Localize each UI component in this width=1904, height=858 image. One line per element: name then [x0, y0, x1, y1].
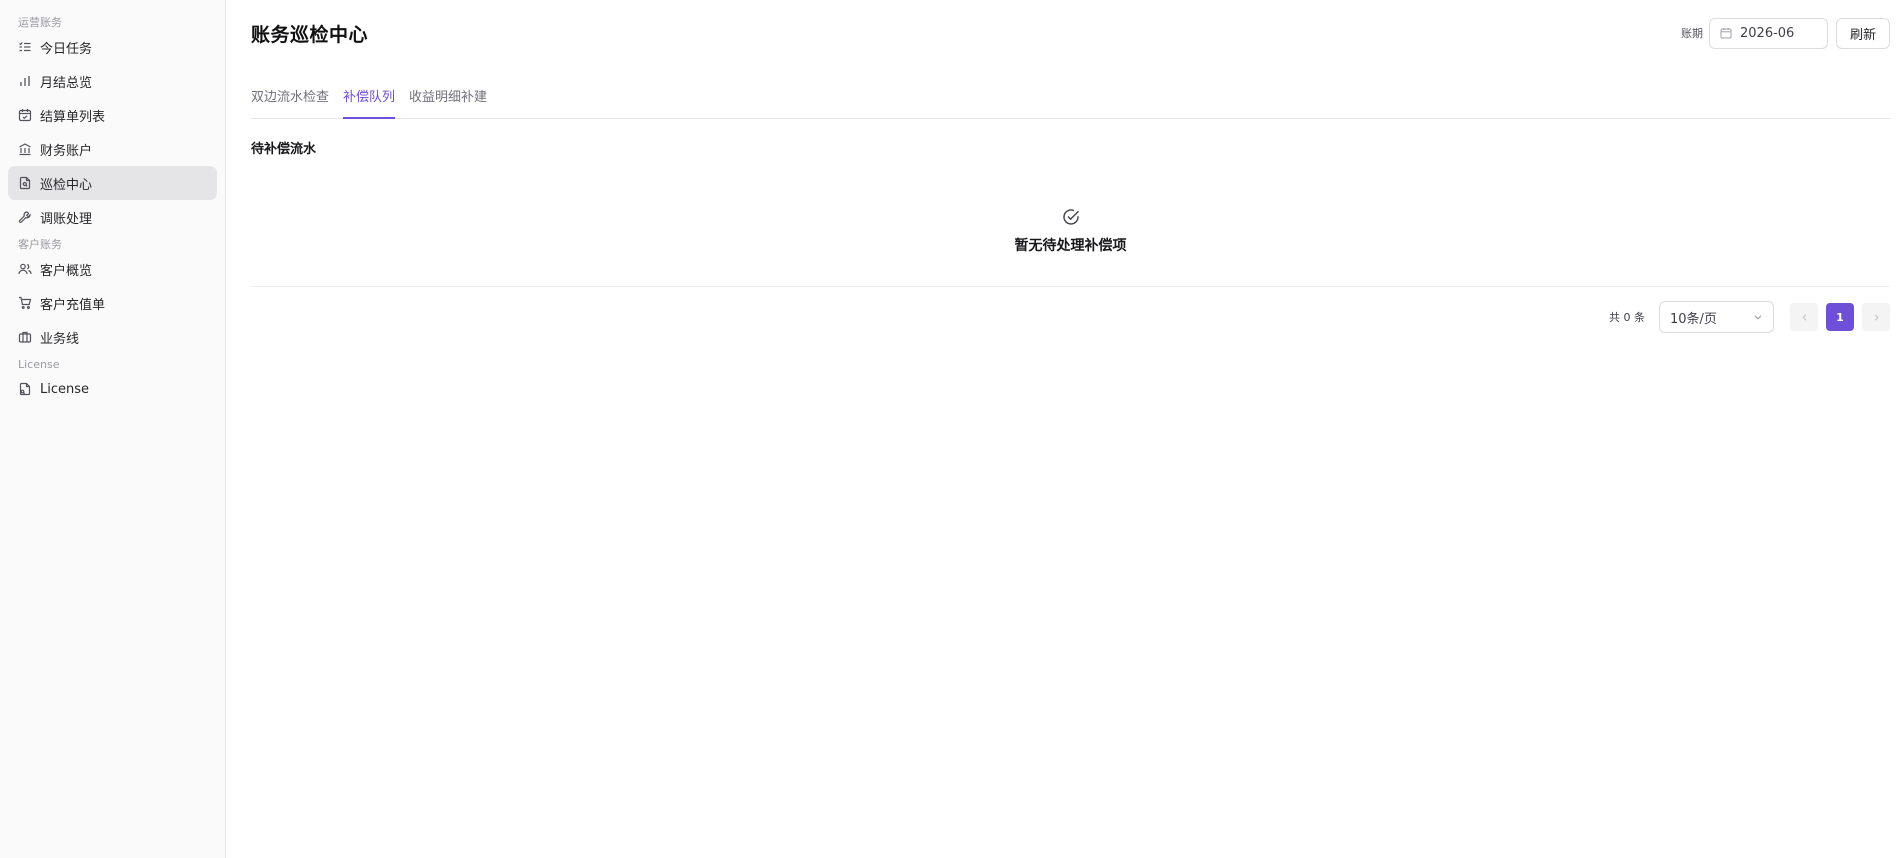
sidebar-item-label: 客户概览 [40, 263, 93, 279]
cart-icon [18, 296, 32, 310]
top-actions: 账期 2026-06 刷新 [1681, 17, 1890, 49]
check-circle-icon [1061, 207, 1081, 227]
period-value: 2026-06 [1740, 25, 1795, 41]
list-check-icon [18, 40, 32, 54]
sidebar-item-today-tasks[interactable]: 今日任务 [8, 30, 217, 64]
page-size-select[interactable]: 10条/页 [1659, 301, 1774, 333]
sidebar-item-business-line[interactable]: 业务线 [8, 320, 217, 354]
prev-page-button[interactable] [1790, 303, 1818, 331]
sidebar-item-settlement-list[interactable]: 结算单列表 [8, 98, 217, 132]
bar-chart-icon [18, 74, 32, 88]
file-search-icon [18, 176, 32, 190]
calendar-check-icon [18, 108, 32, 122]
tab-bilateral-check[interactable]: 双边流水检查 [251, 83, 329, 118]
sidebar-item-label: 财务账户 [40, 143, 93, 159]
empty-state-text: 暂无待处理补偿项 [1014, 238, 1127, 254]
sidebar-item-label: 结算单列表 [40, 109, 106, 125]
main-content: 账务巡检中心 账期 2026-06 刷新 双边流水检查 补偿队列 收益明细补建 … [226, 0, 1904, 858]
briefcase-icon [18, 330, 32, 344]
section-title: 待补偿流水 [251, 142, 317, 157]
empty-state: 暂无待处理补偿项 [251, 157, 1890, 287]
sidebar-item-label: 今日任务 [40, 41, 93, 57]
page-title: 账务巡检中心 [251, 23, 369, 46]
sidebar-item-customer-overview[interactable]: 客户概览 [8, 252, 217, 286]
users-icon [18, 262, 32, 276]
tab-compensation-queue[interactable]: 补偿队列 [343, 83, 396, 119]
sidebar-item-inspection-center[interactable]: 巡检中心 [8, 166, 217, 200]
license-icon [18, 382, 32, 396]
app-root: 运营账务 今日任务 月结总览 结算单列表 财务账户 巡检中心 调账处理 客户账务… [0, 0, 1904, 858]
chevron-right-icon [1874, 313, 1879, 321]
sidebar-item-label: 客户充值单 [40, 297, 106, 313]
tab-bar: 双边流水检查 补偿队列 收益明细补建 [251, 84, 1890, 119]
tab-income-rebuild[interactable]: 收益明细补建 [409, 83, 487, 118]
pagination: 共 0 条 10条/页 1 [251, 301, 1890, 333]
sidebar-item-label: 月结总览 [40, 75, 93, 91]
chevron-left-icon [1801, 313, 1806, 321]
period-picker[interactable]: 2026-06 [1709, 17, 1828, 49]
sidebar: 运营账务 今日任务 月结总览 结算单列表 财务账户 巡检中心 调账处理 客户账务… [0, 0, 226, 858]
period-label: 账期 [1681, 27, 1703, 40]
sidebar-item-label: 调账处理 [40, 211, 93, 227]
page-size-value: 10条/页 [1670, 311, 1717, 327]
bank-icon [18, 142, 32, 156]
page-number-current[interactable]: 1 [1826, 303, 1854, 331]
chevron-down-icon [1753, 312, 1763, 322]
sidebar-item-label: 业务线 [40, 331, 80, 347]
sidebar-item-customer-recharge[interactable]: 客户充值单 [8, 286, 217, 320]
sidebar-item-adjustment[interactable]: 调账处理 [8, 200, 217, 234]
sidebar-item-label: License [40, 381, 90, 397]
sidebar-item-monthly-overview[interactable]: 月结总览 [8, 64, 217, 98]
sidebar-group-label-license: License [18, 358, 60, 371]
calendar-icon [1720, 27, 1732, 39]
sidebar-group-label-ops: 运营账务 [18, 16, 62, 29]
wrench-icon [18, 210, 32, 224]
sidebar-group-label-customer: 客户账务 [18, 238, 62, 251]
total-count: 共 0 条 [1609, 311, 1645, 324]
top-bar: 账务巡检中心 账期 2026-06 刷新 [251, 0, 1890, 66]
sidebar-item-label: 巡检中心 [40, 177, 93, 193]
sidebar-item-finance-accounts[interactable]: 财务账户 [8, 132, 217, 166]
sidebar-item-license[interactable]: License [8, 372, 217, 406]
next-page-button[interactable] [1862, 303, 1890, 331]
refresh-button[interactable]: 刷新 [1836, 17, 1890, 49]
